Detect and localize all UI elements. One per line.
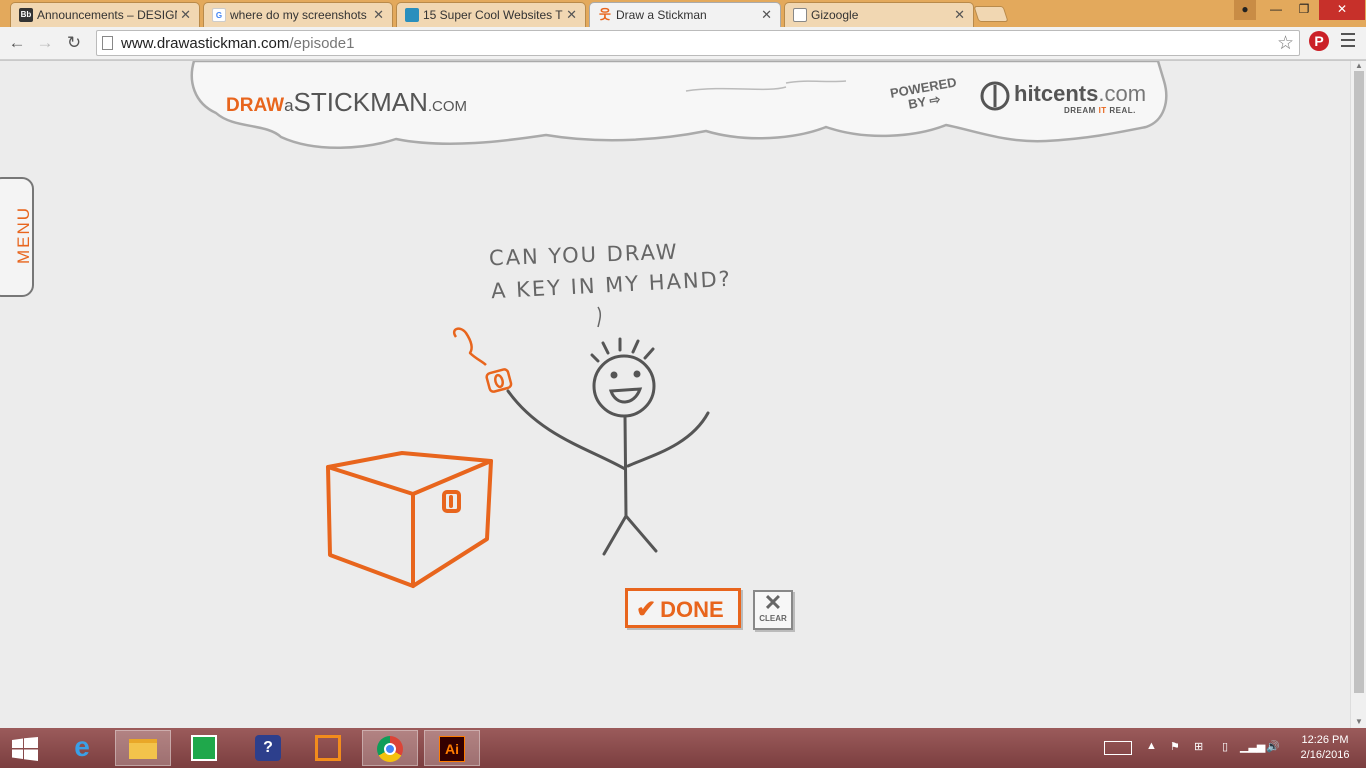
keyboard-icon[interactable] (1104, 741, 1132, 755)
tab-title: Gizoogle (811, 8, 859, 22)
volume-icon[interactable]: 🔊 (1266, 740, 1280, 753)
page-viewport: DRAWaSTICKMAN.COM POWERED BY ⇨ hitcents.… (0, 61, 1350, 728)
tab-super-cool-websites[interactable]: 15 Super Cool Websites Th ✕ (396, 2, 586, 27)
store-icon[interactable] (176, 730, 232, 766)
chrome-icon[interactable] (362, 730, 418, 766)
tab-title: where do my screenshots (230, 8, 367, 22)
pinterest-icon[interactable]: P (1309, 31, 1329, 51)
illustrator-icon[interactable]: Ai (424, 730, 480, 766)
show-hidden-icons[interactable]: ▲ (1146, 740, 1157, 752)
stickman-figure (506, 337, 710, 556)
new-tab-button[interactable] (973, 6, 1009, 22)
page-icon (102, 36, 113, 50)
address-bar[interactable]: www.drawastickman.com/episode1 ☆ (96, 30, 1300, 56)
page-icon (793, 8, 807, 22)
close-icon[interactable]: ✕ (954, 7, 965, 23)
tab-title: 15 Super Cool Websites Th (423, 8, 563, 22)
bookmark-star-icon[interactable]: ☆ (1277, 32, 1294, 55)
help-icon[interactable]: ? (240, 730, 296, 766)
tab-title: Announcements – DESIGN (37, 8, 177, 22)
speech-tick (597, 306, 602, 328)
tab-strip: Bb Announcements – DESIGN ✕ G where do m… (0, 0, 1366, 27)
vertical-scrollbar[interactable]: ▲ ▼ (1350, 61, 1366, 728)
tab-gizoogle[interactable]: Gizoogle ✕ (784, 2, 974, 27)
tab-draw-a-stickman[interactable]: 웃 Draw a Stickman ✕ (589, 2, 781, 27)
chrome-menu-icon[interactable] (1341, 33, 1355, 51)
tab-google-search[interactable]: G where do my screenshots ✕ (203, 2, 393, 27)
blackboard-icon: Bb (19, 8, 33, 22)
url-text[interactable]: www.drawastickman.com/episode1 (121, 35, 354, 52)
signal-icon[interactable]: ▁▃▅ (1240, 740, 1265, 753)
key-icon (452, 327, 513, 393)
clear-button[interactable]: ✕ CLEAR (753, 590, 793, 630)
minimize-button[interactable]: — (1263, 0, 1289, 20)
done-button[interactable]: ✔ DONE (625, 588, 741, 628)
start-icon[interactable] (12, 737, 38, 761)
close-icon[interactable]: ✕ (761, 7, 772, 23)
scrollbar-thumb[interactable] (1354, 71, 1364, 693)
close-icon[interactable]: ✕ (373, 7, 384, 23)
close-icon[interactable]: ✕ (566, 7, 577, 23)
user-icon[interactable]: ● (1234, 0, 1256, 20)
action-center-icon[interactable]: ⚑ (1170, 740, 1180, 753)
file-explorer-icon[interactable] (115, 730, 171, 766)
reload-button[interactable]: ↻ (63, 32, 85, 54)
close-icon[interactable]: ✕ (180, 7, 191, 23)
app-icon[interactable] (300, 730, 356, 766)
restore-button[interactable]: ❐ (1291, 0, 1317, 20)
checkmark-icon: ✔ (636, 596, 657, 623)
close-window-button[interactable]: ✕ (1319, 0, 1365, 20)
bookmark-icon (405, 8, 419, 22)
google-icon: G (212, 8, 226, 22)
windows-taskbar: e ? Ai ▲ ⚑ ⊞ ▯ ▁▃▅ 🔊 12:26 PM 2/16/2016 (0, 728, 1366, 768)
system-clock[interactable]: 12:26 PM 2/16/2016 (1294, 733, 1356, 763)
box-illustration (326, 451, 493, 588)
tab-announcements[interactable]: Bb Announcements – DESIGN ✕ (10, 2, 200, 27)
browser-toolbar: ← → ↻ www.drawastickman.com/episode1 ☆ P (0, 27, 1366, 60)
forward-button[interactable]: → (34, 32, 56, 54)
scroll-down-icon[interactable]: ▼ (1355, 717, 1363, 726)
battery-icon[interactable]: ▯ (1222, 740, 1228, 753)
scroll-up-icon[interactable]: ▲ (1355, 61, 1363, 70)
back-button[interactable]: ← (6, 32, 28, 54)
internet-explorer-icon[interactable]: e (54, 730, 110, 766)
stickman-icon: 웃 (599, 7, 611, 22)
tab-title: Draw a Stickman (616, 8, 707, 22)
close-icon: ✕ (763, 590, 783, 615)
windows-icon[interactable]: ⊞ (1194, 740, 1203, 753)
